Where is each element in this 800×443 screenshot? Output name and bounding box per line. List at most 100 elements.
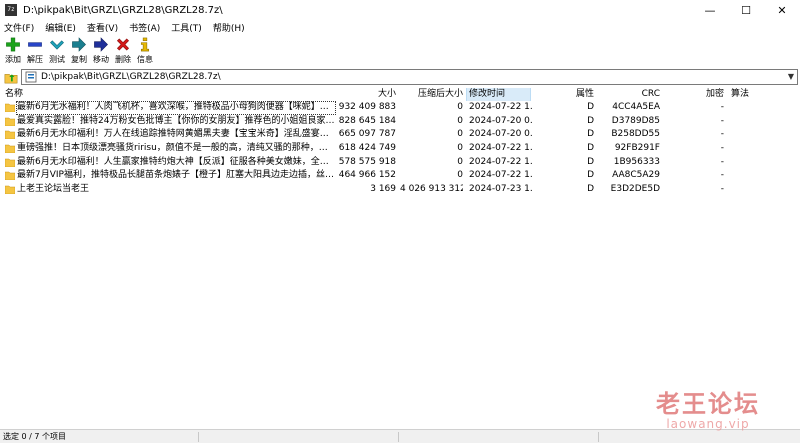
address-bar: D:\pikpak\Bit\GRZL\GRZL28\GRZL28.7z\ ▼ (0, 68, 800, 86)
column-size[interactable]: 大小 (360, 88, 396, 101)
cell-packed-size: 0 (457, 170, 463, 181)
watermark-title: 老王论坛 (656, 389, 760, 418)
cell-modified: 2024-07-22 1... (469, 143, 533, 154)
maximize-button[interactable]: ☐ (728, 0, 764, 20)
cell-attributes: D (587, 115, 594, 126)
window-title: D:\pikpak\Bit\GRZL\GRZL28\GRZL28.7z\ (23, 4, 223, 16)
cell-method (731, 115, 791, 129)
copy-button[interactable]: 复制 (68, 35, 90, 65)
cell-size: 665 097 787 (338, 129, 396, 140)
column-name[interactable]: 名称 (5, 88, 23, 101)
cell-crc: 4CC4A5EA (612, 102, 660, 112)
file-list[interactable]: 名称 大小 压缩后大小 修改时间 属性 CRC 加密 算法 最新6月无水福利！人… (0, 88, 800, 428)
cell-crc: 1B956333 (613, 156, 660, 167)
column-attributes[interactable]: 属性 (560, 88, 594, 101)
cell-encrypted: - (720, 156, 724, 167)
cell-modified: 2024-07-22 1... (469, 156, 533, 167)
info-button[interactable]: 信息 (134, 35, 156, 65)
cell-size: 3 169 (370, 184, 396, 195)
column-encrypted[interactable]: 加密 (690, 88, 724, 101)
menu-help[interactable]: 帮助(H) (213, 21, 245, 34)
cell-encrypted: - (720, 170, 724, 181)
table-row[interactable]: 最新6月无水印福利！万人在线追踪推特网黄媚黑夫妻【宝宝米奇】淫乱盛宴，5男1女群… (0, 128, 800, 142)
column-method[interactable]: 算法 (731, 88, 749, 101)
menu-bar: 文件(F) 编辑(E) 查看(V) 书签(A) 工具(T) 帮助(H) (0, 20, 800, 34)
cell-packed-size: 4 026 913 312 (400, 184, 463, 195)
watermark: 老王论坛 laowang.vip (656, 384, 760, 431)
column-modified[interactable]: 修改时间 (466, 88, 531, 101)
cell-modified: 2024-07-20 0... (469, 129, 533, 140)
menu-file[interactable]: 文件(F) (4, 21, 34, 34)
table-row[interactable]: 最新7月VIP福利，推特极品长腿苗条炮婊子【橙子】肛塞大阳具边走边插，丝袜塞逼带… (0, 169, 800, 183)
cell-name: 重磅强推！日本顶级漂亮骚货ririsu，颜值不是一般的高，清纯又骚的那种，最厉害… (17, 143, 336, 154)
table-row[interactable]: 最爱真实露脸！推特24万粉女色批博主【你你的女朋友】推荐色的小姐姐良家反差婊淫荡… (0, 115, 800, 129)
test-button[interactable]: 测试 (46, 35, 68, 65)
minimize-button[interactable]: — (692, 0, 728, 20)
menu-view[interactable]: 查看(V) (87, 21, 118, 34)
cell-encrypted: - (720, 102, 724, 112)
column-crc[interactable]: CRC (620, 88, 660, 101)
extract-button[interactable]: 解压 (24, 35, 46, 65)
cell-size: 828 645 184 (338, 115, 396, 126)
cell-encrypted: - (720, 184, 724, 195)
status-bar: 选定 0 / 7 个项目 (0, 429, 800, 443)
cell-packed-size: 0 (457, 156, 463, 167)
folder-icon (5, 158, 15, 167)
list-header: 名称 大小 压缩后大小 修改时间 属性 CRC 加密 算法 (0, 88, 800, 101)
cell-method (731, 183, 791, 197)
cell-name: 最新6月无水印福利！人生赢家推特约炮大神【反派】征服各种美女嫩妹，全是高质量女神… (17, 156, 336, 167)
close-button[interactable]: ✕ (764, 0, 800, 20)
folder-icon (5, 172, 15, 181)
status-divider (198, 432, 199, 442)
menu-bookmarks[interactable]: 书签(A) (129, 21, 160, 34)
app-7z-icon: 7z (5, 4, 17, 16)
table-row[interactable]: 最新6月无水福利！人肉飞机杯，喜欢深喉，推特极品小母狗肉便器【咪妮】口爆精液拉丝… (0, 101, 800, 115)
info-icon (140, 37, 150, 52)
title-bar: 7z D:\pikpak\Bit\GRZL\GRZL28\GRZL28.7z\ … (0, 0, 800, 20)
cell-name: 上老王论坛当老王 (17, 184, 90, 195)
cell-method (731, 156, 791, 170)
cell-packed-size: 0 (457, 129, 463, 140)
table-row[interactable]: 上老王论坛当老王 3 169 4 026 913 312 2024-07-23 1..… (0, 183, 800, 197)
status-divider (398, 432, 399, 442)
cell-method (731, 101, 791, 115)
cell-name: 最新6月无水福利！人肉飞机杯，喜欢深喉，推特极品小母狗肉便器【咪妮】口爆精液拉丝… (16, 101, 336, 115)
cell-packed-size: 0 (457, 115, 463, 126)
test-label: 测试 (49, 55, 65, 64)
cell-packed-size: 0 (457, 102, 463, 112)
cell-packed-size: 0 (457, 143, 463, 154)
cell-attributes: D (587, 129, 594, 140)
check-icon (50, 40, 64, 50)
up-folder-icon (4, 74, 18, 84)
copy-label: 复制 (71, 55, 87, 64)
address-path: D:\pikpak\Bit\GRZL\GRZL28\GRZL28.7z\ (41, 72, 221, 82)
cell-encrypted: - (720, 143, 724, 154)
cell-size: 932 409 883 (338, 102, 396, 112)
cell-size: 578 575 918 (338, 156, 396, 167)
move-arrow-icon (94, 37, 108, 52)
chevron-down-icon[interactable]: ▼ (788, 72, 794, 81)
table-row[interactable]: 最新6月无水印福利！人生赢家推特约炮大神【反派】征服各种美女嫩妹，全是高质量女神… (0, 156, 800, 170)
cell-attributes: D (587, 143, 594, 154)
cell-attributes: D (587, 184, 594, 195)
delete-x-icon (116, 38, 130, 51)
address-input[interactable]: D:\pikpak\Bit\GRZL\GRZL28\GRZL28.7z\ ▼ (21, 69, 798, 85)
folder-icon (5, 185, 15, 195)
minus-icon (28, 42, 42, 47)
up-folder-button[interactable] (3, 69, 19, 85)
table-row[interactable]: 重磅强推！日本顶级漂亮骚货ririsu，颜值不是一般的高，清纯又骚的那种，最厉害… (0, 142, 800, 156)
menu-tools[interactable]: 工具(T) (171, 21, 202, 34)
cell-size: 618 424 749 (338, 143, 396, 154)
menu-edit[interactable]: 编辑(E) (45, 21, 76, 34)
cell-attributes: D (587, 102, 594, 112)
cell-attributes: D (587, 156, 594, 167)
add-button[interactable]: 添加 (2, 35, 24, 65)
delete-button[interactable]: 删除 (112, 35, 134, 65)
cell-crc: 92FB291F (614, 143, 660, 154)
plus-icon (6, 37, 20, 52)
cell-size: 464 966 152 (338, 170, 396, 181)
cell-name: 最新7月VIP福利，推特极品长腿苗条炮婊子【橙子】肛塞大阳具边走边插，丝袜塞逼带… (17, 170, 336, 181)
column-packed-size[interactable]: 压缩后大小 (410, 88, 463, 101)
info-label: 信息 (137, 55, 153, 64)
move-button[interactable]: 移动 (90, 35, 112, 65)
